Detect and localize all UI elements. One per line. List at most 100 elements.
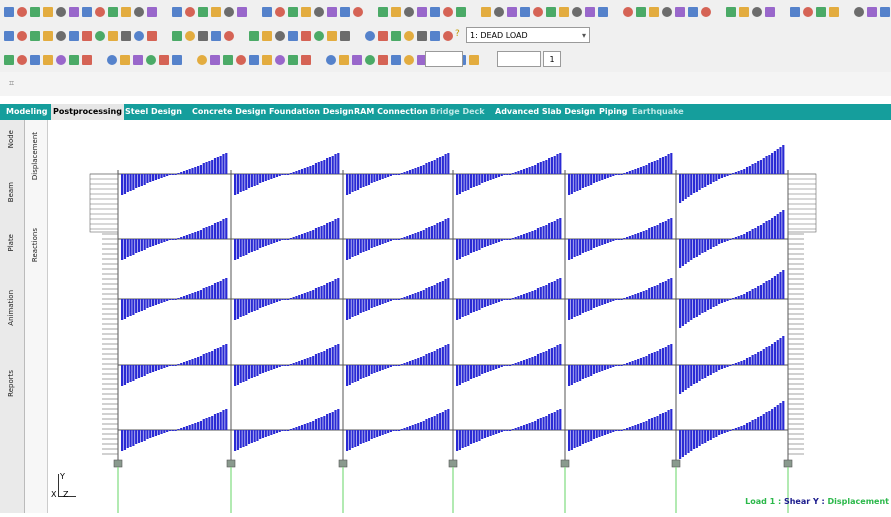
sidebar-tab-animation[interactable]: Animation <box>7 290 15 326</box>
toolbar-tool-icon[interactable] <box>880 7 890 17</box>
support-2-icon[interactable] <box>226 459 236 468</box>
view-tool-icon[interactable] <box>224 31 234 41</box>
tab-ram-connection[interactable]: RAM Connection <box>352 104 430 120</box>
result-tool-icon[interactable] <box>43 55 53 65</box>
toolbar-tool-icon[interactable] <box>726 7 736 17</box>
toolbar-tool-icon[interactable] <box>636 7 646 17</box>
view-tool-icon[interactable] <box>417 31 427 41</box>
view-tool-icon[interactable] <box>275 31 285 41</box>
view-tool-icon[interactable] <box>82 31 92 41</box>
result-tool-icon[interactable] <box>288 55 298 65</box>
view-tool-icon[interactable] <box>391 31 401 41</box>
result-tool-icon[interactable] <box>82 55 92 65</box>
result-tool-icon[interactable] <box>339 55 349 65</box>
view-tool-icon[interactable] <box>134 31 144 41</box>
toolbar-tool-icon[interactable] <box>816 7 826 17</box>
result-tool-icon[interactable] <box>262 55 272 65</box>
view-tool-icon[interactable] <box>365 31 375 41</box>
toolbar-tool-icon[interactable] <box>688 7 698 17</box>
view-tool-icon[interactable] <box>121 31 131 41</box>
result-tool-icon[interactable] <box>249 55 259 65</box>
toolbar-tool-icon[interactable] <box>121 7 131 17</box>
view-tool-icon[interactable] <box>314 31 324 41</box>
result-tool-icon[interactable] <box>120 55 130 65</box>
result-tool-icon[interactable] <box>107 55 117 65</box>
toolbar-tool-icon[interactable] <box>237 7 247 17</box>
support-3-icon[interactable] <box>338 459 348 468</box>
shear-diagram[interactable] <box>48 122 891 513</box>
result-tool-icon[interactable] <box>469 55 479 65</box>
toolbar-tool-icon[interactable] <box>134 7 144 17</box>
toolbar-tool-icon[interactable] <box>585 7 595 17</box>
result-tool-icon[interactable] <box>236 55 246 65</box>
result-tool-icon[interactable] <box>275 55 285 65</box>
toolbar-tool-icon[interactable] <box>803 7 813 17</box>
result-tool-icon[interactable] <box>404 55 414 65</box>
toolbar-tool-icon[interactable] <box>4 7 14 17</box>
toolbar-tool-icon[interactable] <box>443 7 453 17</box>
view-tool-icon[interactable] <box>172 31 182 41</box>
result-tool-icon[interactable] <box>378 55 388 65</box>
structure-view[interactable]: Y X Z Load 1 : Shear Y : Displacement <box>48 122 891 513</box>
view-tool-icon[interactable] <box>378 31 388 41</box>
toolbar-tool-icon[interactable] <box>662 7 672 17</box>
view-tool-icon[interactable] <box>404 31 414 41</box>
page-tab-reactions[interactable]: Reactions <box>31 228 39 262</box>
view-tool-icon[interactable] <box>198 31 208 41</box>
toolbar-tool-icon[interactable] <box>623 7 633 17</box>
toolbar-tool-icon[interactable] <box>211 7 221 17</box>
toolbar-tool-icon[interactable] <box>353 7 363 17</box>
toolbar-tool-icon[interactable] <box>314 7 324 17</box>
toolbar-tool-icon[interactable] <box>56 7 66 17</box>
toolbar-tool-icon[interactable] <box>649 7 659 17</box>
toolbar-tool-icon[interactable] <box>572 7 582 17</box>
toolbar-tool-icon[interactable] <box>95 7 105 17</box>
result-tool-icon[interactable] <box>365 55 375 65</box>
sidebar-tab-plate[interactable]: Plate <box>7 234 15 252</box>
view-tool-icon[interactable] <box>95 31 105 41</box>
toolbar-tool-icon[interactable] <box>327 7 337 17</box>
result-tool-icon[interactable] <box>391 55 401 65</box>
tab-bridge-deck[interactable]: Bridge Deck <box>428 104 487 120</box>
view-tool-icon[interactable] <box>43 31 53 41</box>
toolbar-tool-icon[interactable] <box>675 7 685 17</box>
toolbar-tool-icon[interactable] <box>829 7 839 17</box>
result-tool-icon[interactable] <box>301 55 311 65</box>
toolbar-tool-icon[interactable] <box>546 7 556 17</box>
tab-earthquake[interactable]: Earthquake <box>630 104 686 120</box>
result-tool-icon[interactable] <box>30 55 40 65</box>
sidebar-tab-beam[interactable]: Beam <box>7 182 15 202</box>
toolbar-tool-icon[interactable] <box>17 7 27 17</box>
view-tool-icon[interactable] <box>211 31 221 41</box>
tab-concrete-design[interactable]: Concrete Design <box>190 104 268 120</box>
result-tool-icon[interactable] <box>197 55 207 65</box>
support-5-icon[interactable] <box>560 459 570 468</box>
toolbar-tool-icon[interactable] <box>275 7 285 17</box>
scale-input[interactable] <box>497 51 541 67</box>
result-tool-icon[interactable] <box>17 55 27 65</box>
toolbar-tool-icon[interactable] <box>224 7 234 17</box>
view-tool-icon[interactable] <box>443 31 453 41</box>
view-tool-icon[interactable] <box>17 31 27 41</box>
toolbar-tool-icon[interactable] <box>147 7 157 17</box>
result-tool-icon[interactable] <box>159 55 169 65</box>
toolbar-tool-icon[interactable] <box>430 7 440 17</box>
toolbar-tool-icon[interactable] <box>198 7 208 17</box>
result-tool-icon[interactable] <box>223 55 233 65</box>
result-tool-icon[interactable] <box>56 55 66 65</box>
view-tool-icon[interactable] <box>430 31 440 41</box>
help-question-icon[interactable]: ? <box>455 29 460 39</box>
toolbar-tool-icon[interactable] <box>854 7 864 17</box>
toolbar-tool-icon[interactable] <box>790 7 800 17</box>
toolbar-tool-icon[interactable] <box>481 7 491 17</box>
toolbar-tool-icon[interactable] <box>301 7 311 17</box>
toolbar-tool-icon[interactable] <box>185 7 195 17</box>
toolbar-tool-icon[interactable] <box>43 7 53 17</box>
toolbar-tool-icon[interactable] <box>867 7 877 17</box>
toolbar-tool-icon[interactable] <box>262 7 272 17</box>
toolbar-tool-icon[interactable] <box>739 7 749 17</box>
toolbar-tool-icon[interactable] <box>108 7 118 17</box>
view-tool-icon[interactable] <box>301 31 311 41</box>
result-tool-icon[interactable] <box>133 55 143 65</box>
spin-stepper[interactable]: 1 <box>543 51 561 67</box>
